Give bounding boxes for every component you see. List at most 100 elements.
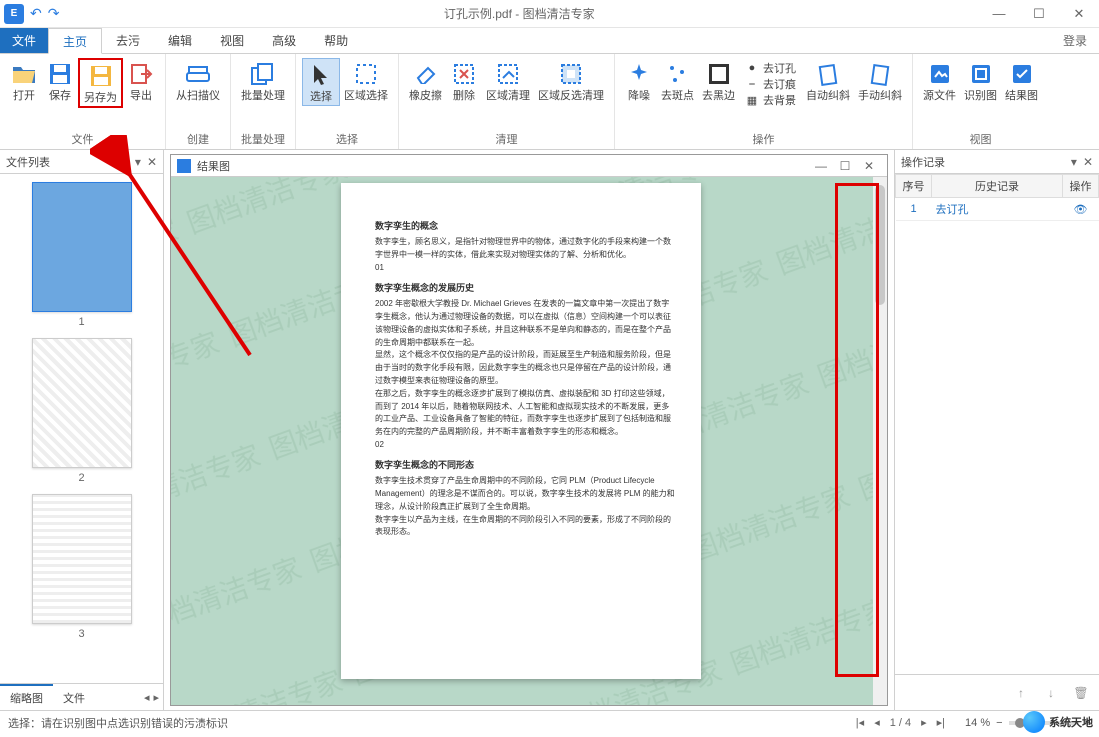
save-button[interactable]: 保存 bbox=[42, 58, 78, 104]
history-title: 操作记录 bbox=[901, 154, 945, 170]
auto-deskew-icon bbox=[814, 60, 842, 88]
doc-close-button[interactable]: ✕ bbox=[857, 159, 881, 173]
source-view-button[interactable]: 源文件 bbox=[919, 58, 960, 104]
corner-logo-text: 系统天地 bbox=[1049, 714, 1093, 730]
export-icon bbox=[127, 60, 155, 88]
scanner-icon bbox=[184, 60, 212, 88]
thumbnail-3[interactable]: 3 bbox=[8, 494, 155, 640]
remove-black-edge-button[interactable]: 去黑边 bbox=[698, 58, 739, 104]
tab-view[interactable]: 视图 bbox=[206, 28, 258, 53]
doc-window-title: 结果图 bbox=[197, 158, 230, 174]
ribbon-group-ops: 降噪 去斑点 去黑边 ●去订孔 ⎯去订痕 ▦去背景 自动纠斜 手动纠斜 bbox=[615, 54, 913, 149]
history-up-button[interactable]: ↑ bbox=[1009, 681, 1033, 705]
marquee-icon bbox=[352, 60, 380, 88]
history-item-link[interactable]: 去订孔 bbox=[936, 204, 969, 216]
maximize-button[interactable]: ☐ bbox=[1019, 6, 1059, 22]
remove-punch-holes-button[interactable]: ●去订孔 bbox=[745, 60, 796, 76]
batch-icon bbox=[249, 60, 277, 88]
area-clean-icon bbox=[494, 60, 522, 88]
pager-last-icon[interactable]: ▸| bbox=[937, 716, 945, 729]
doc-window-titlebar: 结果图 — ☐ ✕ bbox=[171, 155, 887, 177]
save-icon bbox=[46, 60, 74, 88]
status-select-label: 选择： bbox=[8, 715, 41, 731]
thumbnail-list: 1 2 3 bbox=[0, 174, 163, 683]
doc-max-button[interactable]: ☐ bbox=[833, 159, 857, 173]
left-prev-icon[interactable]: ◂ bbox=[144, 691, 150, 704]
ribbon-group-batch: 批量处理 批量处理 bbox=[231, 54, 296, 149]
qat-undo-icon[interactable]: ↶ bbox=[30, 5, 42, 22]
pager-first-icon[interactable]: |◂ bbox=[856, 716, 864, 729]
tab-clean[interactable]: 去污 bbox=[102, 28, 154, 53]
ribbon-group-select: 选择 区域选择 选择 bbox=[296, 54, 399, 149]
file-list-title: 文件列表 bbox=[6, 154, 50, 170]
globe-icon bbox=[1023, 711, 1045, 733]
window-controls: — ☐ ✕ bbox=[979, 6, 1099, 22]
save-as-button[interactable]: 另存为 bbox=[78, 58, 123, 108]
remove-background-button[interactable]: ▦去背景 bbox=[745, 92, 796, 108]
area-clean-button[interactable]: 区域清理 bbox=[482, 58, 534, 104]
eraser-button[interactable]: 橡皮擦 bbox=[405, 58, 446, 104]
history-footer: ↑ ↓ 🗑 bbox=[895, 674, 1099, 710]
despeckle-button[interactable]: 去斑点 bbox=[657, 58, 698, 104]
doc-window-icon bbox=[177, 159, 191, 173]
area-invert-clean-button[interactable]: 区域反选清理 bbox=[534, 58, 608, 104]
manual-deskew-button[interactable]: 手动纠斜 bbox=[854, 58, 906, 104]
history-row[interactable]: 1 去订孔 👁 bbox=[896, 198, 1099, 221]
close-button[interactable]: ✕ bbox=[1059, 6, 1099, 22]
login-link[interactable]: 登录 bbox=[1051, 28, 1099, 53]
title-bar: E ↶ ↷ 订孔示例.pdf - 图档清洁专家 — ☐ ✕ bbox=[0, 0, 1099, 28]
zoom-out-icon[interactable]: − bbox=[996, 717, 1002, 729]
qat-redo-icon[interactable]: ↷ bbox=[48, 5, 60, 22]
file-list-header: 文件列表 ▾ ✕ bbox=[0, 150, 163, 174]
menu-file[interactable]: 文件 bbox=[0, 28, 48, 53]
auto-deskew-button[interactable]: 自动纠斜 bbox=[802, 58, 854, 104]
delete-button[interactable]: 删除 bbox=[446, 58, 482, 104]
ribbon-group-file-label: 文件 bbox=[6, 129, 159, 147]
tab-thumbnails[interactable]: 缩略图 bbox=[0, 684, 53, 710]
minimize-button[interactable]: — bbox=[979, 6, 1019, 22]
eye-icon[interactable]: 👁 bbox=[1074, 204, 1088, 216]
folder-open-icon bbox=[10, 60, 38, 88]
punch-icon: ● bbox=[745, 61, 759, 75]
history-close-icon[interactable]: ✕ bbox=[1083, 155, 1093, 169]
document-viewport[interactable]: 图档清洁专家 数字孪生的概念 数字孪生，顾名思义，是指针对物理世界中的物体，通过… bbox=[171, 177, 887, 705]
tab-edit[interactable]: 编辑 bbox=[154, 28, 206, 53]
col-history: 历史记录 bbox=[932, 175, 1063, 198]
history-header: 操作记录 ▾ ✕ bbox=[895, 150, 1099, 174]
select-button[interactable]: 选择 bbox=[302, 58, 340, 106]
recognize-view-button[interactable]: 识别图 bbox=[960, 58, 1001, 104]
thumbnail-1[interactable]: 1 bbox=[8, 182, 155, 328]
tab-advanced[interactable]: 高级 bbox=[258, 28, 310, 53]
area-select-button[interactable]: 区域选择 bbox=[340, 58, 392, 104]
pager-next-icon[interactable]: ▸ bbox=[921, 716, 927, 729]
from-scanner-button[interactable]: 从扫描仪 bbox=[172, 58, 224, 104]
filter-icon[interactable]: ▾ bbox=[135, 155, 141, 169]
history-delete-button[interactable]: 🗑 bbox=[1069, 681, 1093, 705]
history-down-button[interactable]: ↓ bbox=[1039, 681, 1063, 705]
cursor-icon bbox=[307, 61, 335, 89]
staple-icon: ⎯ bbox=[745, 77, 759, 91]
main-area: 文件列表 ▾ ✕ 1 2 3 缩略图 文件 ◂▸ bbox=[0, 150, 1099, 710]
tab-help[interactable]: 帮助 bbox=[310, 28, 362, 53]
tab-home[interactable]: 主页 bbox=[48, 28, 102, 54]
col-no: 序号 bbox=[896, 175, 932, 198]
center-panel: 结果图 — ☐ ✕ 图档清洁专家 数字孪生的概念 数字孪生，顾名思义，是指针对物… bbox=[164, 150, 895, 710]
save-as-icon bbox=[87, 62, 115, 90]
panel-close-icon[interactable]: ✕ bbox=[147, 155, 157, 169]
batch-button[interactable]: 批量处理 bbox=[237, 58, 289, 104]
export-button[interactable]: 导出 bbox=[123, 58, 159, 104]
left-panel: 文件列表 ▾ ✕ 1 2 3 缩略图 文件 ◂▸ bbox=[0, 150, 164, 710]
tab-files[interactable]: 文件 bbox=[53, 684, 95, 710]
left-next-icon[interactable]: ▸ bbox=[153, 691, 159, 704]
remove-staple-marks-button[interactable]: ⎯去订痕 bbox=[745, 76, 796, 92]
denoise-button[interactable]: 降噪 bbox=[621, 58, 657, 104]
doc-min-button[interactable]: — bbox=[809, 159, 833, 173]
window-title: 订孔示例.pdf - 图档清洁专家 bbox=[59, 5, 979, 22]
history-table: 序号 历史记录 操作 1 去订孔 👁 bbox=[895, 174, 1099, 674]
thumbnail-2[interactable]: 2 bbox=[8, 338, 155, 484]
recognize-icon bbox=[967, 60, 995, 88]
history-menu-icon[interactable]: ▾ bbox=[1071, 155, 1077, 169]
result-view-button[interactable]: 结果图 bbox=[1001, 58, 1042, 104]
open-button[interactable]: 打开 bbox=[6, 58, 42, 104]
pager-prev-icon[interactable]: ◂ bbox=[874, 716, 880, 729]
